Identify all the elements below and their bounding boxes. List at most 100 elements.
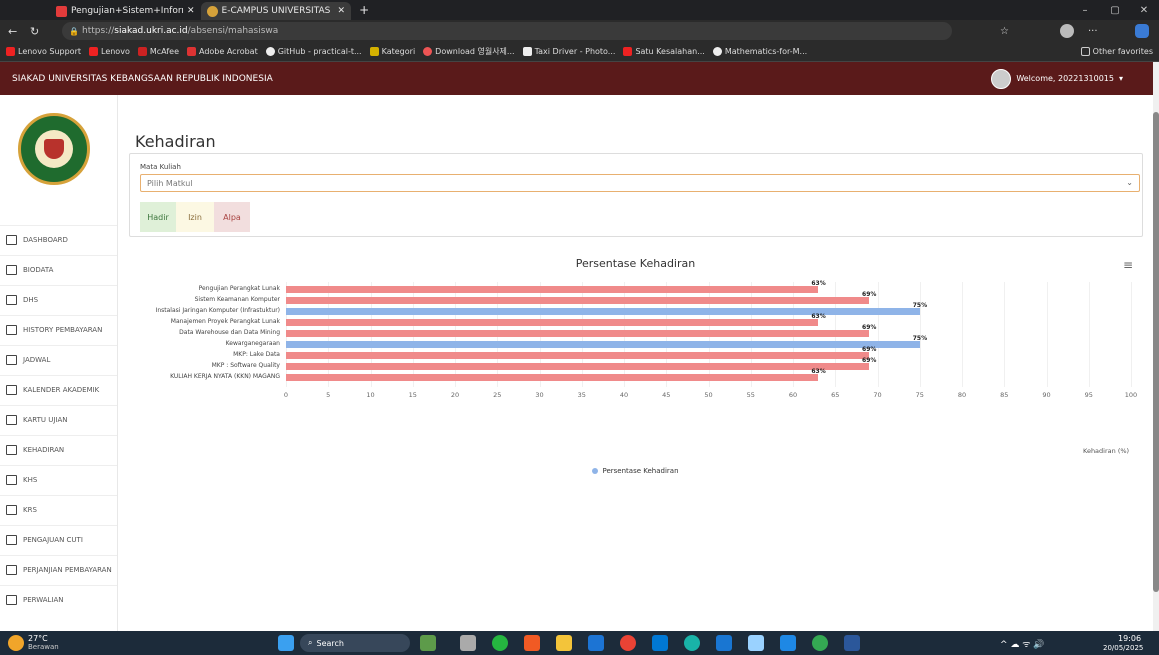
legend-alpa: Alpa [214,202,250,232]
x-tick-label: 70 [873,391,882,399]
fav-satu-kesalahan[interactable]: Satu Kesalahan... [623,47,705,56]
caret-down-icon: ▾ [1118,74,1123,83]
chrome-icon[interactable] [812,635,828,651]
brave-icon[interactable] [524,635,540,651]
app-icon[interactable] [588,635,604,651]
sidebar-item-kartu-ujian[interactable]: KARTU UJIAN [0,405,117,433]
menu-icon [6,564,17,575]
sidebar-item-krs[interactable]: KRS [0,495,117,523]
close-window-icon[interactable]: ✕ [1129,0,1159,20]
fav-other[interactable]: Other favorites [1080,47,1153,56]
x-tick-label: 0 [283,391,289,399]
sidebar-item-dashboard[interactable]: DASHBOARD [0,225,117,253]
close-icon[interactable]: ✕ [187,6,195,16]
grid-line [1088,282,1090,387]
back-icon[interactable]: ← [8,25,17,38]
tray-icons[interactable]: ^ ☁ ᯤ 🔊 [1000,637,1045,650]
data-label: 75% [912,302,928,309]
minimize-icon[interactable]: – [1070,0,1100,20]
grid-line [1131,282,1132,387]
reload-icon[interactable]: ↻ [30,25,39,38]
tab-ecampus[interactable]: E-CAMPUS UNIVERSITAS KEBANG... ✕ [200,2,352,20]
vscode-icon[interactable] [780,635,796,651]
x-axis-label: Kehadiran (%) [1083,447,1130,455]
sidebar-item-khs[interactable]: KHS [0,465,117,493]
weather-temp: 27°C [28,634,48,643]
url-input[interactable]: 🔒 https:// siakad.ukri.ac.id /absensi/ma… [62,22,952,40]
sidebar-item-perwalian[interactable]: PERWALIAN [0,585,117,613]
fav-taxi-driver[interactable]: Taxi Driver - Photo... [522,47,615,56]
sidebar-item-label: PERJANJIAN PEMBAYARAN [23,565,112,574]
bar[interactable] [286,286,819,293]
sidebar-item-biodata[interactable]: BIODATA [0,255,117,283]
legend-dot-icon [592,468,599,474]
bar[interactable] [286,374,819,381]
app-icon[interactable] [460,635,476,651]
edge-icon[interactable] [684,635,700,651]
sidebar-item-label: PENGAJUAN CUTI [23,535,83,544]
copilot-icon[interactable] [1135,24,1149,38]
tab-pengujian[interactable]: Pengujian+Sistem+Informasi+Al... ✕ [50,2,201,20]
bar[interactable] [286,363,870,370]
sidebar-item-kalender-akademik[interactable]: KALENDER AKADEMIK [0,375,117,403]
sidebar-item-kehadiran[interactable]: KEHADIRAN [0,435,117,463]
site-favicon-icon [206,5,218,17]
category-label: Pengujian Perangkat Lunak [198,285,280,292]
sidebar-item-history-pembayaran[interactable]: HISTORY PEMBAYARAN [0,315,117,343]
x-tick-label: 10 [366,391,375,399]
fav-lenovo-support[interactable]: Lenovo Support [6,47,81,56]
data-label: 69% [862,346,877,353]
page-scrollbar[interactable] [1153,62,1159,631]
search-icon: ⌕ [308,638,313,647]
chrome-icon[interactable] [620,635,636,651]
sidebar-item-jadwal[interactable]: JADWAL [0,345,117,373]
category-label: Sistem Keamanan Komputer [194,296,280,303]
bar[interactable] [286,319,819,326]
bar[interactable] [286,341,920,348]
x-tick-label: 90 [1042,391,1051,399]
sidebar-item-dhs[interactable]: DHS [0,285,117,313]
app-icon[interactable] [420,635,436,651]
sidebar-item-perjanjian-pembayaran[interactable]: PERJANJIAN PEMBAYARAN [0,555,117,583]
fav-github[interactable]: GitHub - practical-t... [265,47,362,56]
bar[interactable] [286,297,870,304]
more-icon[interactable]: ··· [1088,26,1098,37]
sidebar-item-pengajuan-cuti[interactable]: PENGAJUAN CUTI [0,525,117,553]
app-icon[interactable] [652,635,668,651]
fav-kategori[interactable]: Kategori [369,47,415,56]
chart-legend[interactable]: Persentase Kehadiran [118,467,1153,475]
chart-menu-icon[interactable]: ≡ [1123,258,1133,272]
browser-tab-bar: Pengujian+Sistem+Informasi+Al... ✕ E-CAM… [0,0,1159,20]
word-icon[interactable] [844,635,860,651]
maximize-icon[interactable]: ▢ [1100,0,1130,20]
clock-date: 20/05/2025 [1103,644,1144,652]
menu-icon [6,504,17,515]
grid-line [877,282,879,387]
taskbar-search[interactable]: ⌕ Search [300,634,410,652]
bar[interactable] [286,330,870,337]
close-icon[interactable]: ✕ [338,6,346,16]
bar[interactable] [286,352,870,359]
fav-mathematics[interactable]: Mathematics-for-M... [712,47,807,56]
app-icon[interactable] [748,635,764,651]
clock-time: 19:06 [1118,634,1142,643]
fav-adobe[interactable]: Adobe Acrobat [187,47,258,56]
user-menu[interactable]: Welcome, 20221310015 ▾ [991,62,1123,95]
app-icon[interactable] [716,635,732,651]
x-tick-label: 55 [746,391,755,399]
favorites-icon[interactable]: ☆ [1000,26,1009,37]
main-content: Kehadiran Mata Kuliah Pilih Matkul ⌄ Had… [118,95,1153,631]
new-tab-button[interactable]: + [359,3,369,17]
profile-icon[interactable] [1060,24,1074,38]
folder-icon[interactable] [556,635,572,651]
fav-lenovo[interactable]: Lenovo [89,47,130,56]
url-prefix: https:// [82,26,115,36]
sidebar-item-label: KRS [23,505,37,514]
fav-download[interactable]: Download 영월사제... [423,46,515,57]
fav-mcafee[interactable]: McAfee [137,47,179,56]
whatsapp-icon[interactable] [492,635,508,651]
matkul-select[interactable]: Pilih Matkul ⌄ [140,174,1140,192]
windows-start-icon[interactable] [278,635,294,651]
sidebar-item-label: DASHBOARD [23,235,68,244]
x-tick-label: 85 [1000,391,1009,399]
